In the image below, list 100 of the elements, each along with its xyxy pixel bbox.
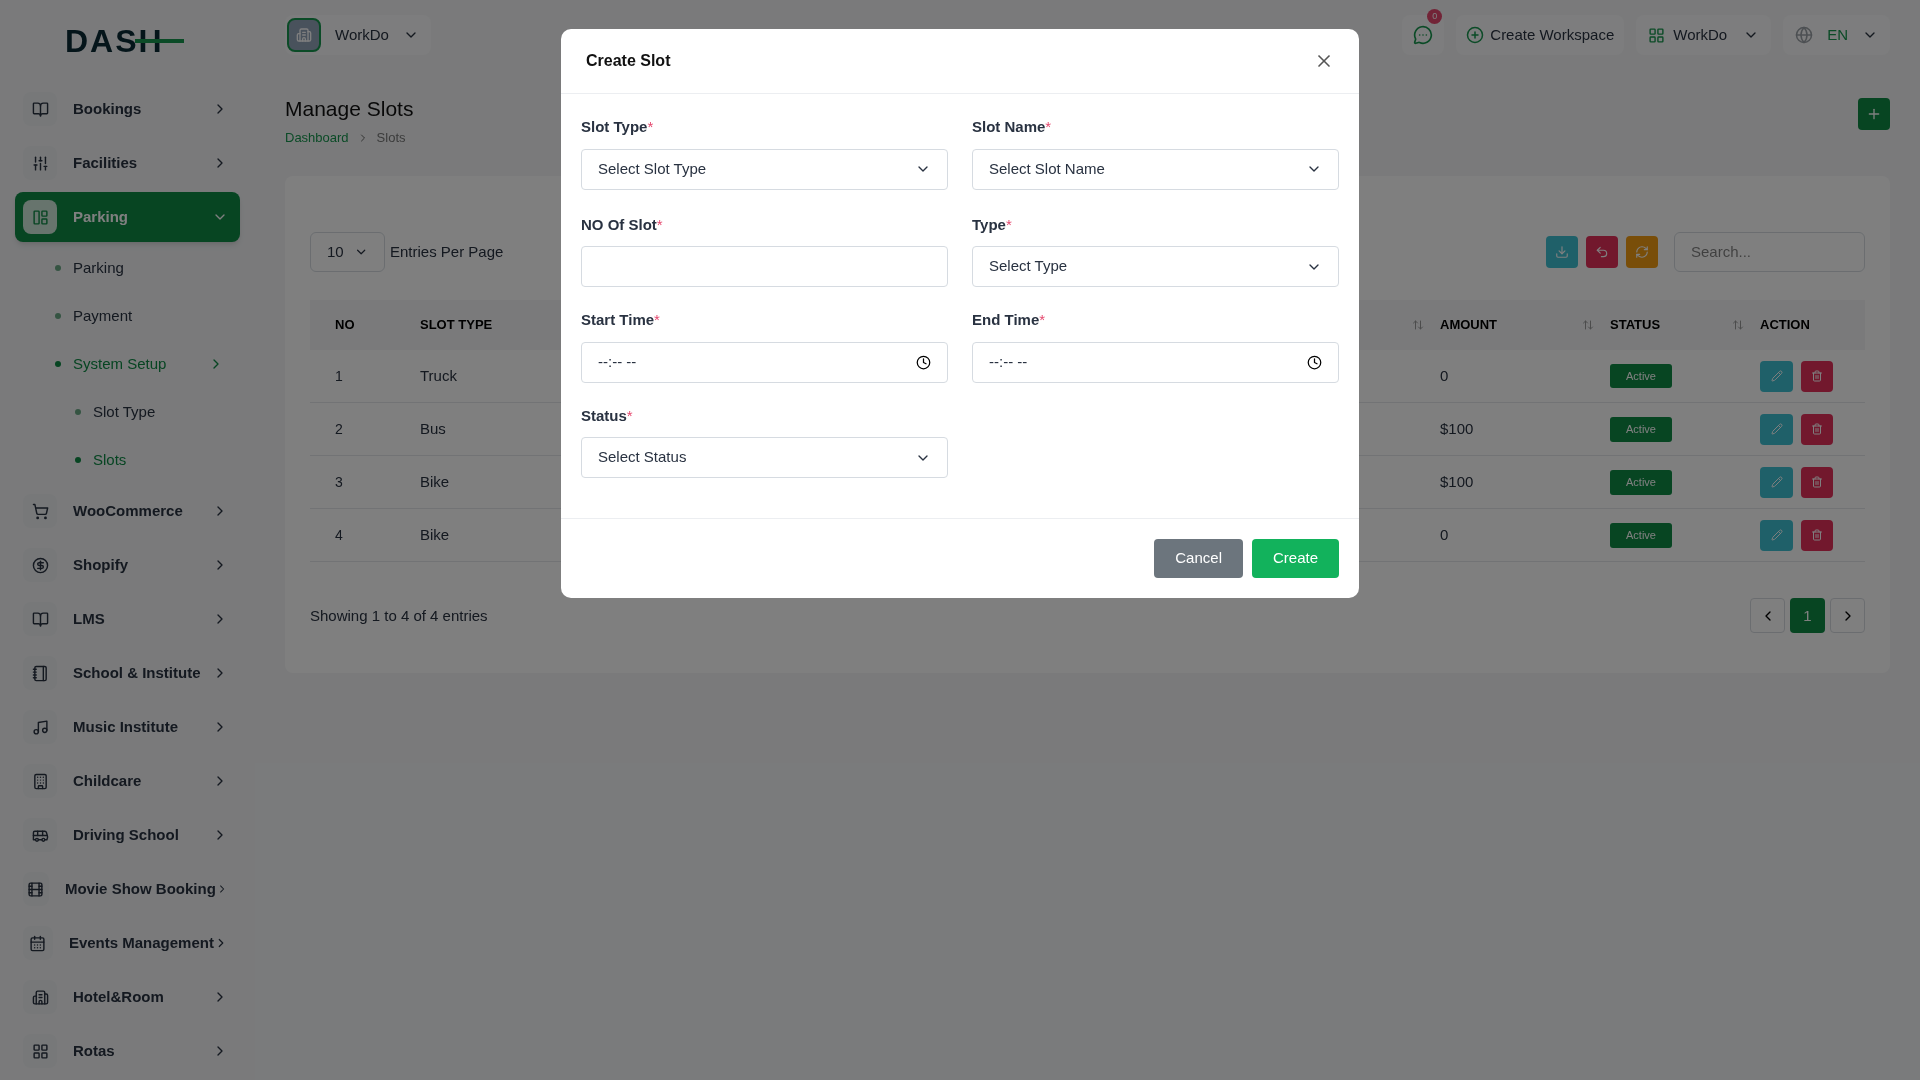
notification-badge: 0 <box>1427 9 1443 24</box>
bullet-icon <box>75 457 81 463</box>
previous-page-button[interactable] <box>1750 598 1785 634</box>
download-icon <box>1555 244 1569 259</box>
field-label: Status* <box>581 405 634 426</box>
bullet-icon <box>55 265 61 271</box>
sidebar-subitem[interactable]: Slot Type <box>15 388 240 436</box>
table-cell: 3 <box>335 473 343 490</box>
select-field[interactable]: Select Slot Type <box>581 148 948 190</box>
column-header: SLOT TYPE <box>420 316 493 334</box>
table-cell: 2 <box>335 420 343 437</box>
refresh-icon <box>1635 244 1649 259</box>
edit-button[interactable] <box>1760 466 1793 498</box>
sidebar-item[interactable]: Facilities <box>15 138 240 188</box>
column-header: AMOUNT <box>1440 316 1498 334</box>
edit-button[interactable] <box>1760 519 1793 551</box>
undo-icon <box>1595 244 1609 259</box>
sidebar-item[interactable]: Music Institute <box>15 702 240 752</box>
time-field[interactable]: --:-- -- <box>972 341 1339 383</box>
sidebar-item[interactable]: Driving School <box>15 810 240 860</box>
table-cell: 0 <box>1440 526 1449 543</box>
delete-button[interactable] <box>1801 519 1833 551</box>
sidebar-item[interactable]: Parking <box>15 192 240 242</box>
status-badge: Active <box>1610 523 1672 548</box>
pencil-icon <box>1770 370 1783 382</box>
select-field[interactable]: Select Type <box>972 246 1339 287</box>
status-badge: Active <box>1610 470 1672 495</box>
field-label: Start Time* <box>581 310 661 330</box>
table-cell: Bike <box>420 473 450 490</box>
table-cell: 0 <box>1440 366 1449 384</box>
clock-icon <box>1307 354 1322 370</box>
panel-icon <box>23 200 57 234</box>
select-field[interactable]: Select Slot Name <box>972 148 1339 190</box>
table-cell: Bike <box>420 526 450 543</box>
clock-icon <box>916 354 931 370</box>
sidebar-item[interactable]: Childcare <box>15 756 240 806</box>
dialog-title: Create Slot <box>586 51 672 71</box>
trash-icon <box>1811 423 1823 436</box>
table-cell: $100 <box>1440 420 1474 437</box>
edit-button[interactable] <box>1760 413 1793 445</box>
undo-button[interactable] <box>1586 235 1618 268</box>
next-page-button[interactable] <box>1830 598 1865 634</box>
edit-button[interactable] <box>1760 360 1793 392</box>
sidebar-subitem[interactable]: Parking <box>15 244 240 292</box>
field-label: Slot Type* <box>581 117 655 137</box>
chat-icon <box>1413 25 1434 45</box>
delete-button[interactable] <box>1801 466 1833 498</box>
pencil-icon <box>1770 476 1783 489</box>
sort-icon[interactable] <box>1582 318 1594 331</box>
sidebar-subitem[interactable]: Slots <box>15 436 240 484</box>
plus-icon <box>1866 106 1882 122</box>
plus-circle-icon <box>1466 26 1485 44</box>
building-icon <box>287 18 321 52</box>
field-label: Type* <box>972 214 1013 235</box>
trash-icon <box>1811 529 1823 542</box>
status-badge: Active <box>1610 417 1672 442</box>
page-button[interactable]: 1 <box>1790 598 1825 634</box>
sidebar-item[interactable]: School & Institute <box>15 648 240 698</box>
table-cell: Bus <box>420 420 446 437</box>
bullet-icon <box>75 409 81 415</box>
create-button[interactable]: Create <box>1251 539 1339 578</box>
pencil-icon <box>1770 529 1783 542</box>
sidebar-item[interactable]: Rotas <box>15 1026 240 1076</box>
table-cell: 1 <box>335 367 343 384</box>
input-field[interactable] <box>581 246 948 287</box>
sort-icon[interactable] <box>1732 318 1744 331</box>
column-header: ACTION <box>1760 316 1810 334</box>
delete-button[interactable] <box>1801 413 1833 445</box>
entries-select[interactable]: 10 <box>310 231 385 272</box>
sidebar-item[interactable]: Events Management <box>15 918 240 968</box>
sidebar-item[interactable]: Shopify <box>15 540 240 590</box>
trash-icon <box>1811 370 1823 382</box>
page-title: Manage Slots <box>285 96 415 122</box>
time-field[interactable]: --:-- -- <box>581 341 948 383</box>
sidebar-item[interactable]: WooCommerce <box>15 486 240 536</box>
delete-button[interactable] <box>1801 360 1833 392</box>
cancel-button[interactable]: Cancel <box>1154 539 1243 578</box>
breadcrumb-link[interactable]: Dashboard <box>285 128 349 148</box>
download-button[interactable] <box>1546 235 1578 268</box>
trash-icon <box>1811 476 1823 489</box>
table-cell: 4 <box>335 526 343 543</box>
refresh-button[interactable] <box>1626 235 1658 268</box>
field-label: End Time* <box>972 310 1047 330</box>
sidebar-item[interactable]: Movie Show Booking <box>15 864 240 914</box>
entries-summary: Showing 1 to 4 of 4 entries <box>310 605 489 626</box>
select-field[interactable]: Select Status <box>581 437 948 478</box>
sidebar-item[interactable]: Bookings <box>15 84 240 134</box>
table-cell: $100 <box>1440 473 1474 490</box>
breadcrumb-current: Slots <box>376 129 406 148</box>
search-field[interactable]: Search... <box>1674 231 1865 272</box>
sort-icon[interactable] <box>1412 318 1424 331</box>
sidebar-subitem[interactable]: System Setup <box>15 340 240 388</box>
sidebar-item[interactable]: LMS <box>15 594 240 644</box>
add-button[interactable] <box>1858 98 1890 130</box>
field-label: Slot Name* <box>972 117 1053 137</box>
sidebar-item[interactable]: Hotel&Room <box>15 972 240 1022</box>
table-cell: Truck <box>420 366 457 384</box>
sidebar-subitem[interactable]: Payment <box>15 292 240 340</box>
column-header: NO <box>335 316 355 334</box>
pencil-icon <box>1770 423 1783 436</box>
